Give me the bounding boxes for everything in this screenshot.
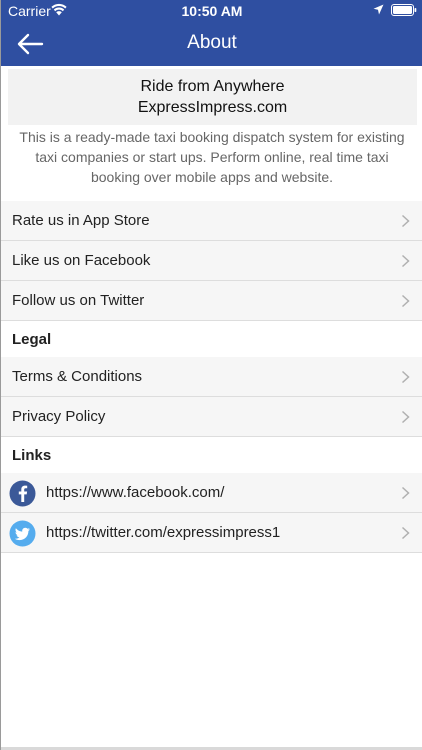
twitter-icon (9, 520, 36, 547)
chevron-right-icon (401, 294, 410, 308)
menu-item-label: Like us on Facebook (12, 252, 151, 269)
legal-section-header: Legal (1, 321, 422, 357)
about-heading-box: Ride from Anywhere ExpressImpress.com (8, 69, 417, 125)
link-item-facebook[interactable]: https://www.facebook.com/ (1, 473, 422, 513)
main-menu-list: Rate us in App Store Like us on Facebook… (1, 201, 422, 553)
page-title: About (187, 32, 237, 53)
about-heading-line2: ExpressImpress.com (137, 99, 288, 116)
menu-item-terms-conditions[interactable]: Terms & Conditions (1, 357, 422, 397)
chevron-right-icon (401, 214, 410, 228)
location-arrow-icon (373, 4, 384, 15)
link-item-twitter[interactable]: https://twitter.com/expressimpress1 (1, 513, 422, 553)
menu-item-label: Terms & Conditions (12, 368, 143, 385)
link-item-label: https://www.facebook.com/ (46, 484, 225, 501)
menu-item-rate-app-store[interactable]: Rate us in App Store (1, 201, 422, 241)
chevron-right-icon (401, 526, 410, 540)
chevron-right-icon (401, 254, 410, 268)
status-bar: Carrier 10:50 AM (1, 0, 422, 22)
link-item-label: https://twitter.com/expressimpress1 (46, 524, 281, 541)
menu-item-like-facebook[interactable]: Like us on Facebook (1, 241, 422, 281)
about-heading-line1: Ride from Anywhere (140, 78, 285, 95)
menu-item-label: Rate us in App Store (12, 212, 150, 229)
about-description: This is a ready-made taxi booking dispat… (19, 129, 405, 185)
menu-item-privacy-policy[interactable]: Privacy Policy (1, 397, 422, 437)
battery-icon (391, 4, 417, 16)
menu-item-label: Privacy Policy (12, 408, 106, 425)
legal-section-title: Legal (12, 331, 52, 348)
links-section-title: Links (12, 447, 52, 464)
chevron-right-icon (401, 370, 410, 384)
status-time: 10:50 AM (181, 3, 243, 19)
app-header: Carrier 10:50 AM About (1, 0, 422, 66)
chevron-right-icon (401, 486, 410, 500)
menu-item-follow-twitter[interactable]: Follow us on Twitter (1, 281, 422, 321)
links-section-header: Links (1, 437, 422, 473)
navigation-bar: About (1, 22, 422, 66)
menu-item-label: Follow us on Twitter (12, 292, 145, 309)
facebook-icon (9, 480, 36, 507)
chevron-right-icon (401, 410, 410, 424)
